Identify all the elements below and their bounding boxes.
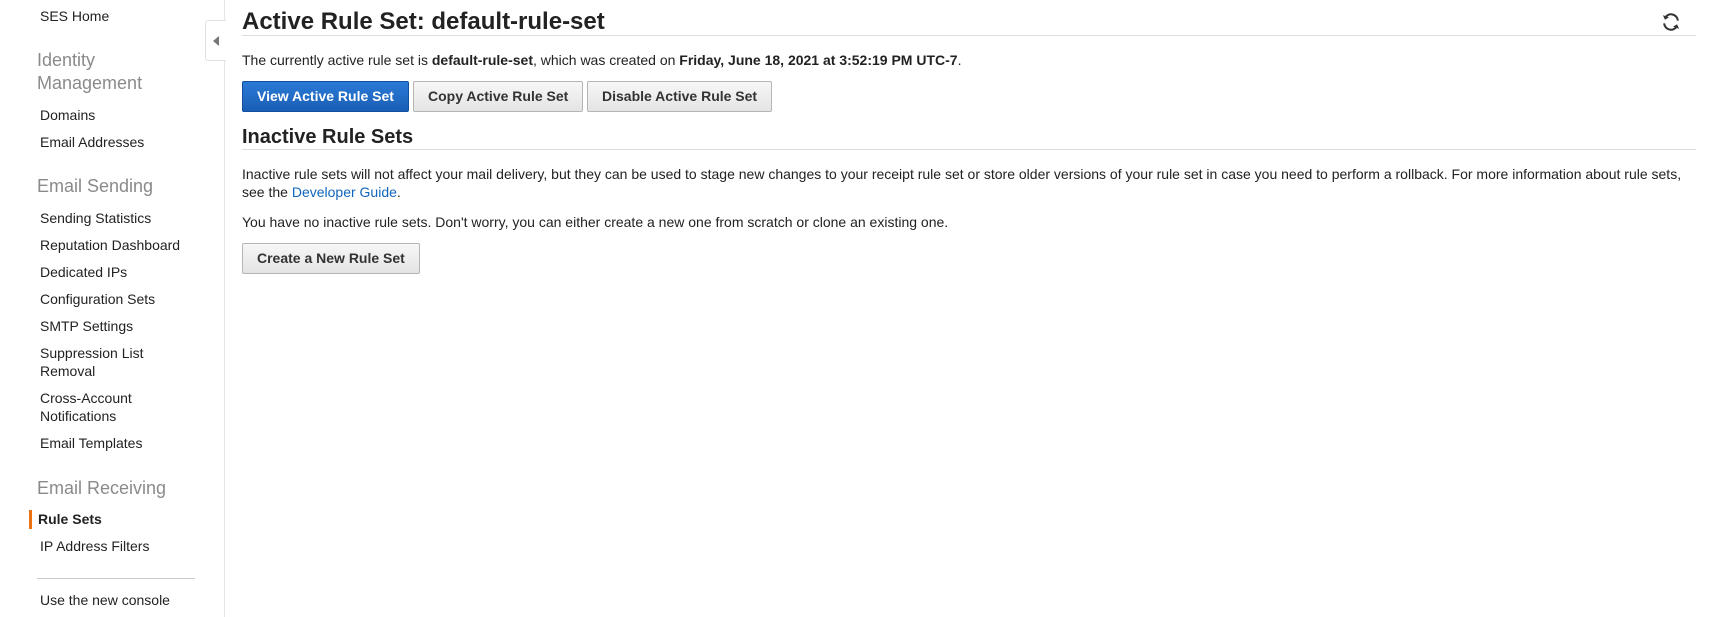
no-inactive-message: You have no inactive rule sets. Don't wo…	[242, 214, 949, 230]
sidebar-item-rule-sets[interactable]: Rule Sets	[38, 510, 102, 528]
sidebar-item-dedicated-ips[interactable]: Dedicated IPs	[40, 263, 127, 281]
create-rule-set-button[interactable]: Create a New Rule Set	[242, 243, 420, 274]
sidebar-heading-identity-management: Identity Management	[37, 50, 143, 93]
active-info-suffix: .	[957, 52, 962, 68]
active-rule-set-name: default-rule-set	[431, 52, 533, 68]
sidebar-item-ip-address-filters[interactable]: IP Address Filters	[40, 537, 149, 555]
copy-active-rule-set-button[interactable]: Copy Active Rule Set	[413, 81, 584, 112]
active-rule-set-info: The currently active rule set is default…	[242, 51, 961, 69]
sidebar: SES Home Identity Management Domains Ema…	[0, 0, 225, 617]
created-on-date: Friday, June 18, 2021 at 3:52:19 PM UTC-…	[679, 52, 958, 68]
sidebar-item-cross-account-notifications[interactable]: Cross-Account Notifications	[40, 389, 150, 425]
view-active-rule-set-button[interactable]: View Active Rule Set	[242, 81, 409, 112]
active-indicator	[29, 510, 32, 529]
sidebar-collapse-button[interactable]	[205, 20, 226, 61]
sidebar-item-email-templates[interactable]: Email Templates	[40, 434, 142, 452]
sidebar-heading-email-receiving: Email Receiving	[37, 478, 167, 498]
page-title: Active Rule Set: default-rule-set	[242, 8, 605, 35]
sidebar-heading-email-sending: Email Sending	[37, 176, 154, 196]
sidebar-divider	[37, 578, 195, 579]
active-info-prefix: The currently active rule set is	[242, 52, 432, 68]
active-info-middle: , which was created on	[532, 52, 680, 68]
developer-guide-link[interactable]: Developer Guide	[292, 184, 397, 200]
disable-active-rule-set-button[interactable]: Disable Active Rule Set	[587, 81, 773, 112]
sidebar-item-sending-statistics[interactable]: Sending Statistics	[40, 209, 151, 227]
inactive-description-text: Inactive rule sets will not affect your …	[242, 166, 1682, 200]
section-divider	[242, 149, 1696, 150]
sidebar-item-suppression-list-removal[interactable]: Suppression List Removal	[40, 344, 160, 380]
sidebar-item-new-console[interactable]: Use the new console	[40, 591, 170, 609]
sidebar-item-smtp-settings[interactable]: SMTP Settings	[40, 317, 133, 335]
caret-left-icon	[213, 36, 219, 46]
sidebar-item-email-addresses[interactable]: Email Addresses	[40, 133, 144, 151]
sidebar-item-ses-home[interactable]: SES Home	[40, 7, 109, 25]
inactive-rule-sets-heading: Inactive Rule Sets	[242, 126, 414, 148]
sidebar-item-domains[interactable]: Domains	[40, 106, 95, 124]
inactive-description-end: .	[396, 184, 401, 200]
sidebar-item-reputation-dashboard[interactable]: Reputation Dashboard	[40, 236, 180, 254]
main-content: Active Rule Set: default-rule-set The cu…	[242, 0, 1719, 617]
refresh-icon[interactable]	[1660, 11, 1682, 33]
title-divider	[242, 35, 1696, 36]
sidebar-item-configuration-sets[interactable]: Configuration Sets	[40, 290, 155, 308]
inactive-description: Inactive rule sets will not affect your …	[242, 165, 1702, 201]
